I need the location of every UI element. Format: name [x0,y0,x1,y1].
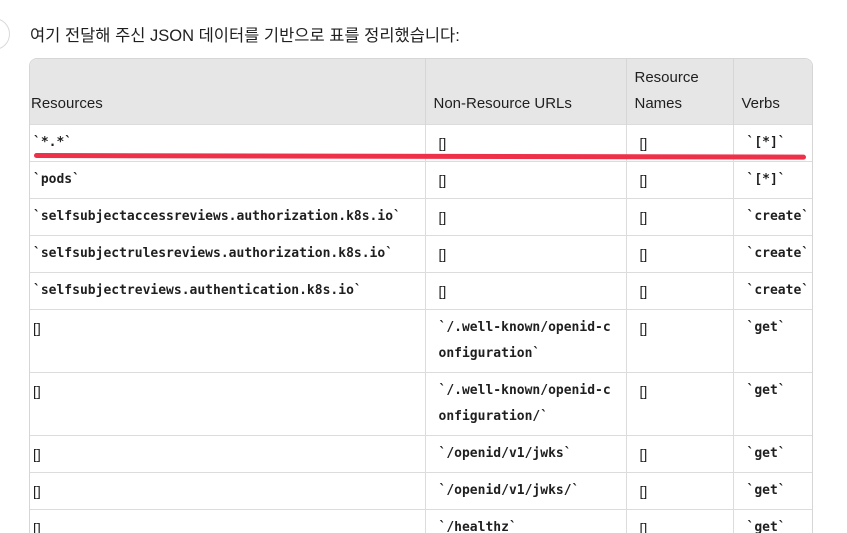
cell-resource-names: [] [625,272,733,310]
header-non-resource-urls: Non-Resource URLs [424,59,626,125]
cell-resources: [] [30,372,425,436]
intro-text: 여기 전달해 주신 JSON 데이터를 기반으로 표를 정리했습니다: [30,27,460,45]
cell-resource-names: [] [625,509,733,533]
table-row: [] `/openid/v1/jwks` [] `get` [30,435,812,473]
cell-non-resource-urls: `/.well-known/openid-configuration/` [424,372,626,436]
cell-verbs: `create` [732,272,812,310]
header-resource-names: Resource Names [625,59,733,125]
assistant-avatar [0,18,10,50]
cell-resource-names: [] [625,235,733,273]
cell-non-resource-urls: `/.well-known/openid-configuration` [424,309,626,373]
table-header-row: Resources Non-Resource URLs Resource Nam… [30,59,812,125]
cell-resources: `selfsubjectrulesreviews.authorization.k… [30,235,425,273]
table-row: `pods` [] [] `[*]` [30,161,812,199]
cell-non-resource-urls: [] [424,272,626,310]
cell-non-resource-urls: [] [424,161,626,199]
cell-verbs: `[*]` [732,161,812,199]
cell-non-resource-urls: `/healthz` [424,509,626,533]
header-verbs: Verbs [732,59,812,125]
cell-resource-names: [] [625,161,733,199]
cell-non-resource-urls: [] [424,235,626,273]
cell-verbs: `create` [732,235,812,273]
cell-resources: `selfsubjectaccessreviews.authorization.… [30,198,425,236]
cell-verbs: `create` [732,198,812,236]
table-row: `selfsubjectrulesreviews.authorization.k… [30,235,812,273]
cell-resources: [] [30,309,425,373]
cell-verbs: `get` [732,509,812,533]
cell-resource-names: [] [625,198,733,236]
cell-resources: `pods` [30,161,425,199]
cell-non-resource-urls: `/openid/v1/jwks/` [424,472,626,510]
table-row: [] `/healthz` [] `get` [30,509,812,533]
cell-resource-names: [] [625,472,733,510]
table-row: [] `/.well-known/openid-configuration` [… [30,309,812,373]
cell-verbs: `get` [732,435,812,473]
cell-resources: [] [30,435,425,473]
cell-resources: `selfsubjectreviews.authentication.k8s.i… [30,272,425,310]
cell-verbs: `get` [732,372,812,436]
table-row: [] `/openid/v1/jwks/` [] `get` [30,472,812,510]
cell-resources: [] [30,509,425,533]
rbac-table: Resources Non-Resource URLs Resource Nam… [30,59,812,533]
cell-non-resource-urls: `/openid/v1/jwks` [424,435,626,473]
rbac-table-container: Resources Non-Resource URLs Resource Nam… [29,58,813,533]
table-row: `selfsubjectreviews.authentication.k8s.i… [30,272,812,310]
header-resources: Resources [30,59,425,125]
cell-non-resource-urls: [] [424,198,626,236]
cell-resource-names: [] [625,309,733,373]
table-row: `selfsubjectaccessreviews.authorization.… [30,198,812,236]
cell-verbs: `get` [732,472,812,510]
table-row: [] `/.well-known/openid-configuration/` … [30,372,812,436]
cell-resources: [] [30,472,425,510]
cell-verbs: `get` [732,309,812,373]
cell-resource-names: [] [625,372,733,436]
cell-resource-names: [] [625,435,733,473]
